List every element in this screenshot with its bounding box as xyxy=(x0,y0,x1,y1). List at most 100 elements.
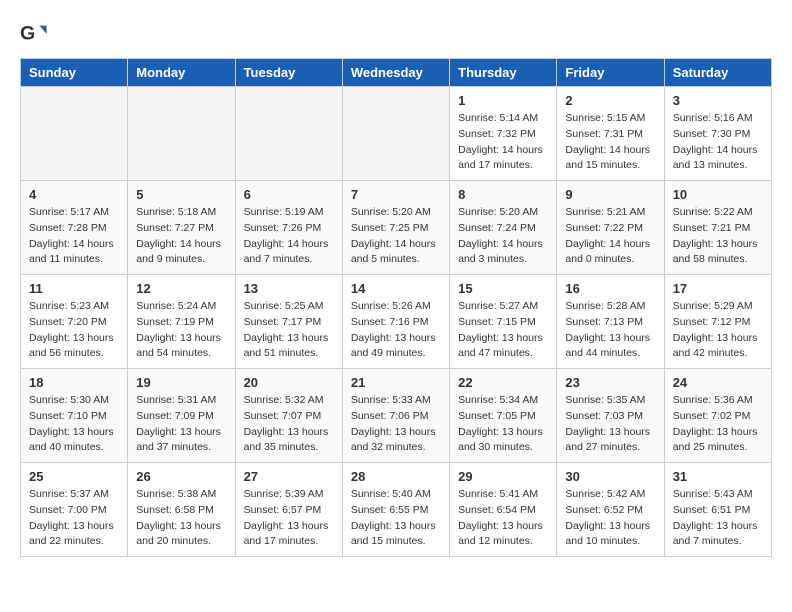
calendar-day: 23Sunrise: 5:35 AM Sunset: 7:03 PM Dayli… xyxy=(557,369,664,463)
day-info: Sunrise: 5:33 AM Sunset: 7:06 PM Dayligh… xyxy=(351,393,441,456)
calendar-week-2: 4 Sunrise: 5:17 AM Sunset: 7:28 PM Daylig… xyxy=(21,181,772,275)
column-header-friday: Friday xyxy=(557,59,664,87)
day-number: 15 xyxy=(458,281,548,296)
day-info: Sunrise: 5:42 AM Sunset: 6:52 PM Dayligh… xyxy=(565,487,655,550)
calendar-day: 11Sunrise: 5:23 AM Sunset: 7:20 PM Dayli… xyxy=(21,275,128,369)
calendar-day: 3 Sunrise: 5:16 AM Sunset: 7:30 PM Daylig… xyxy=(664,87,771,181)
day-info: Sunrise: 5:21 AM Sunset: 7:22 PM Dayligh… xyxy=(565,205,655,268)
calendar-week-5: 25 Sunrise: 5:37 AM Sunset: 7:00 PM Dayli… xyxy=(21,463,772,557)
day-number: 3 xyxy=(673,93,763,108)
calendar-day xyxy=(128,87,235,181)
day-number: 9 xyxy=(565,187,655,202)
day-info: Sunrise: 5:20 AM Sunset: 7:24 PM Dayligh… xyxy=(458,205,548,268)
day-number: 20 xyxy=(244,375,334,390)
calendar-day: 22 Sunrise: 5:34 AM Sunset: 7:05 PM Dayli… xyxy=(450,369,557,463)
logo: G xyxy=(20,20,52,48)
column-header-wednesday: Wednesday xyxy=(342,59,449,87)
calendar-day xyxy=(235,87,342,181)
day-info: Sunrise: 5:17 AM Sunset: 7:28 PM Dayligh… xyxy=(29,205,119,268)
day-info: Sunrise: 5:22 AM Sunset: 7:21 PM Dayligh… xyxy=(673,205,763,268)
calendar-week-1: 1Sunrise: 5:14 AM Sunset: 7:32 PM Daylig… xyxy=(21,87,772,181)
calendar-day: 5 Sunrise: 5:18 AM Sunset: 7:27 PM Daylig… xyxy=(128,181,235,275)
calendar-day: 4 Sunrise: 5:17 AM Sunset: 7:28 PM Daylig… xyxy=(21,181,128,275)
day-number: 6 xyxy=(244,187,334,202)
day-info: Sunrise: 5:38 AM Sunset: 6:58 PM Dayligh… xyxy=(136,487,226,550)
day-info: Sunrise: 5:39 AM Sunset: 6:57 PM Dayligh… xyxy=(244,487,334,550)
day-number: 31 xyxy=(673,469,763,484)
day-number: 8 xyxy=(458,187,548,202)
calendar-day: 20 Sunrise: 5:32 AM Sunset: 7:07 PM Dayli… xyxy=(235,369,342,463)
day-info: Sunrise: 5:40 AM Sunset: 6:55 PM Dayligh… xyxy=(351,487,441,550)
day-info: Sunrise: 5:34 AM Sunset: 7:05 PM Dayligh… xyxy=(458,393,548,456)
day-info: Sunrise: 5:41 AM Sunset: 6:54 PM Dayligh… xyxy=(458,487,548,550)
calendar-day: 27 Sunrise: 5:39 AM Sunset: 6:57 PM Dayli… xyxy=(235,463,342,557)
day-number: 26 xyxy=(136,469,226,484)
day-number: 16 xyxy=(565,281,655,296)
day-number: 23 xyxy=(565,375,655,390)
day-number: 10 xyxy=(673,187,763,202)
calendar-day: 8 Sunrise: 5:20 AM Sunset: 7:24 PM Daylig… xyxy=(450,181,557,275)
column-header-sunday: Sunday xyxy=(21,59,128,87)
day-number: 11 xyxy=(29,281,119,296)
day-info: Sunrise: 5:31 AM Sunset: 7:09 PM Dayligh… xyxy=(136,393,226,456)
calendar-day: 12 Sunrise: 5:24 AM Sunset: 7:19 PM Dayli… xyxy=(128,275,235,369)
day-info: Sunrise: 5:18 AM Sunset: 7:27 PM Dayligh… xyxy=(136,205,226,268)
day-info: Sunrise: 5:36 AM Sunset: 7:02 PM Dayligh… xyxy=(673,393,763,456)
column-header-tuesday: Tuesday xyxy=(235,59,342,87)
day-info: Sunrise: 5:28 AM Sunset: 7:13 PM Dayligh… xyxy=(565,299,655,362)
day-info: Sunrise: 5:20 AM Sunset: 7:25 PM Dayligh… xyxy=(351,205,441,268)
calendar-day: 29Sunrise: 5:41 AM Sunset: 6:54 PM Dayli… xyxy=(450,463,557,557)
day-number: 19 xyxy=(136,375,226,390)
day-info: Sunrise: 5:25 AM Sunset: 7:17 PM Dayligh… xyxy=(244,299,334,362)
day-number: 27 xyxy=(244,469,334,484)
day-number: 21 xyxy=(351,375,441,390)
calendar-day: 10 Sunrise: 5:22 AM Sunset: 7:21 PM Dayli… xyxy=(664,181,771,275)
day-number: 14 xyxy=(351,281,441,296)
day-number: 5 xyxy=(136,187,226,202)
calendar-day: 13 Sunrise: 5:25 AM Sunset: 7:17 PM Dayli… xyxy=(235,275,342,369)
day-number: 17 xyxy=(673,281,763,296)
day-number: 18 xyxy=(29,375,119,390)
day-info: Sunrise: 5:15 AM Sunset: 7:31 PM Dayligh… xyxy=(565,111,655,174)
calendar-week-4: 18 Sunrise: 5:30 AM Sunset: 7:10 PM Dayli… xyxy=(21,369,772,463)
column-header-thursday: Thursday xyxy=(450,59,557,87)
day-info: Sunrise: 5:19 AM Sunset: 7:26 PM Dayligh… xyxy=(244,205,334,268)
day-info: Sunrise: 5:29 AM Sunset: 7:12 PM Dayligh… xyxy=(673,299,763,362)
calendar-table: SundayMondayTuesdayWednesdayThursdayFrid… xyxy=(20,58,772,557)
calendar-day: 6 Sunrise: 5:19 AM Sunset: 7:26 PM Daylig… xyxy=(235,181,342,275)
day-number: 1 xyxy=(458,93,548,108)
calendar-day: 16 Sunrise: 5:28 AM Sunset: 7:13 PM Dayli… xyxy=(557,275,664,369)
day-number: 2 xyxy=(565,93,655,108)
calendar-day: 7 Sunrise: 5:20 AM Sunset: 7:25 PM Daylig… xyxy=(342,181,449,275)
svg-text:G: G xyxy=(20,23,35,45)
calendar-day: 30 Sunrise: 5:42 AM Sunset: 6:52 PM Dayli… xyxy=(557,463,664,557)
calendar-day: 14Sunrise: 5:26 AM Sunset: 7:16 PM Dayli… xyxy=(342,275,449,369)
day-number: 25 xyxy=(29,469,119,484)
calendar-day: 24 Sunrise: 5:36 AM Sunset: 7:02 PM Dayli… xyxy=(664,369,771,463)
day-number: 22 xyxy=(458,375,548,390)
day-number: 4 xyxy=(29,187,119,202)
calendar-day xyxy=(21,87,128,181)
day-info: Sunrise: 5:24 AM Sunset: 7:19 PM Dayligh… xyxy=(136,299,226,362)
day-number: 30 xyxy=(565,469,655,484)
day-number: 24 xyxy=(673,375,763,390)
day-number: 12 xyxy=(136,281,226,296)
page-header: G xyxy=(20,20,772,48)
calendar-day: 17 Sunrise: 5:29 AM Sunset: 7:12 PM Dayli… xyxy=(664,275,771,369)
calendar-day: 25 Sunrise: 5:37 AM Sunset: 7:00 PM Dayli… xyxy=(21,463,128,557)
day-info: Sunrise: 5:16 AM Sunset: 7:30 PM Dayligh… xyxy=(673,111,763,174)
day-number: 7 xyxy=(351,187,441,202)
day-info: Sunrise: 5:30 AM Sunset: 7:10 PM Dayligh… xyxy=(29,393,119,456)
calendar-day: 21 Sunrise: 5:33 AM Sunset: 7:06 PM Dayli… xyxy=(342,369,449,463)
calendar-day: 2 Sunrise: 5:15 AM Sunset: 7:31 PM Daylig… xyxy=(557,87,664,181)
day-info: Sunrise: 5:37 AM Sunset: 7:00 PM Dayligh… xyxy=(29,487,119,550)
day-info: Sunrise: 5:32 AM Sunset: 7:07 PM Dayligh… xyxy=(244,393,334,456)
calendar-day xyxy=(342,87,449,181)
calendar-day: 31 Sunrise: 5:43 AM Sunset: 6:51 PM Dayli… xyxy=(664,463,771,557)
day-info: Sunrise: 5:43 AM Sunset: 6:51 PM Dayligh… xyxy=(673,487,763,550)
day-number: 13 xyxy=(244,281,334,296)
calendar-day: 18 Sunrise: 5:30 AM Sunset: 7:10 PM Dayli… xyxy=(21,369,128,463)
calendar-day: 15Sunrise: 5:27 AM Sunset: 7:15 PM Dayli… xyxy=(450,275,557,369)
calendar-day: 9 Sunrise: 5:21 AM Sunset: 7:22 PM Daylig… xyxy=(557,181,664,275)
calendar-day: 26 Sunrise: 5:38 AM Sunset: 6:58 PM Dayli… xyxy=(128,463,235,557)
